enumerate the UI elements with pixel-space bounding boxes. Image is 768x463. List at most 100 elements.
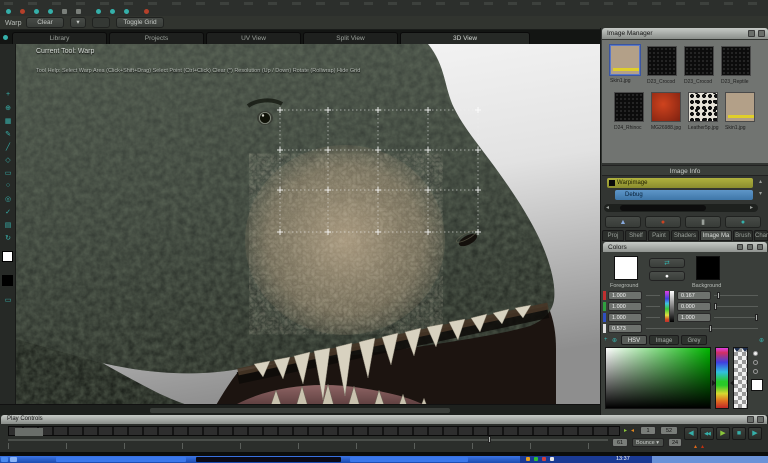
frame-current-field[interactable]: 61 — [612, 438, 628, 447]
warp-dropdown[interactable]: ▾ — [70, 17, 86, 28]
add-image-button[interactable]: ● — [725, 216, 761, 228]
stop-button[interactable]: ■ — [732, 427, 746, 440]
taskbar-item[interactable] — [56, 457, 186, 462]
mode-tab-image[interactable]: Image — [649, 335, 679, 345]
tab-split-view[interactable]: Split View — [303, 32, 398, 44]
thumbnail-leather[interactable] — [688, 92, 718, 122]
tool-icon-rect[interactable]: ▭ — [0, 169, 16, 177]
taskbar-widget[interactable] — [652, 456, 768, 463]
swap-colors-button[interactable]: ⇄ — [649, 258, 685, 268]
red-value-field[interactable]: 1.000 — [608, 291, 642, 300]
fps-field[interactable]: 24 — [668, 438, 682, 447]
saturation-slider[interactable] — [714, 306, 758, 307]
tool-icon[interactable] — [110, 9, 115, 14]
taskbar-item[interactable] — [350, 457, 468, 462]
alpha-strip[interactable] — [733, 347, 748, 409]
loop-mode-dropdown[interactable]: Bounce ▾ — [632, 438, 664, 447]
thumbnail-skin1-selected[interactable] — [610, 45, 640, 75]
step-back-button[interactable]: ◀ — [684, 427, 698, 440]
tool-icon[interactable] — [124, 9, 129, 14]
tool-icon[interactable] — [96, 9, 101, 14]
green-value-field[interactable]: 1.000 — [608, 302, 642, 311]
tab-library[interactable]: Library — [12, 32, 107, 44]
frame-slider[interactable] — [8, 439, 608, 441]
hue-mini-strip[interactable] — [665, 291, 669, 322]
green-slider[interactable] — [646, 306, 660, 307]
tray-icon[interactable] — [526, 457, 530, 461]
value-slider[interactable] — [714, 317, 758, 318]
timeline[interactable] — [8, 426, 620, 436]
toggle-grid-button[interactable]: Toggle Grid — [116, 17, 164, 28]
panel-tab-proj[interactable]: Proj — [602, 230, 624, 241]
viewport-hscrollbar[interactable] — [0, 404, 600, 415]
clear-button[interactable]: Clear — [26, 17, 64, 28]
saturation-value-picker[interactable] — [605, 347, 711, 409]
panel-tab-shelf[interactable]: Shelf — [625, 230, 647, 241]
slider-thumb[interactable] — [709, 325, 712, 332]
tab-3d-view[interactable]: 3D View — [400, 32, 530, 44]
thumbnail-crocodile[interactable] — [684, 46, 714, 76]
hue-value-field[interactable]: 0.167 — [677, 291, 711, 300]
blue-slider[interactable] — [646, 317, 660, 318]
tool-icon[interactable] — [34, 9, 39, 14]
tool-icon-target[interactable]: ⊕ — [0, 104, 16, 112]
picker-settings-icon[interactable]: ⊕ — [759, 337, 764, 344]
key-forward-icon[interactable]: ▸ — [624, 427, 627, 434]
frame-start-field[interactable]: 1 — [640, 426, 656, 435]
menu-bar[interactable] — [0, 0, 768, 8]
tool-icon-circle[interactable]: ○ — [0, 182, 16, 189]
value-value-field[interactable]: 1.000 — [677, 313, 711, 322]
tool-icon[interactable] — [20, 9, 25, 14]
background-swatch[interactable] — [2, 275, 13, 286]
start-button[interactable] — [1, 457, 8, 462]
tool-icon-frame[interactable]: ▭ — [0, 296, 16, 304]
tab-uv-view[interactable]: UV View — [206, 32, 301, 44]
tool-icon[interactable] — [144, 9, 149, 14]
scroll-right-icon[interactable]: ▸ — [750, 204, 753, 211]
viewport-3d[interactable]: Current Tool: Warp Tool Help: Select War… — [16, 44, 600, 404]
picker-radio-2[interactable] — [753, 360, 758, 365]
image-manager-titlebar[interactable]: Image Manager — [602, 28, 768, 39]
panel-button[interactable] — [737, 244, 743, 250]
foreground-color-swatch[interactable] — [614, 256, 638, 280]
close-icon[interactable] — [758, 30, 765, 37]
rewind-button[interactable]: ◀◀ — [700, 427, 714, 440]
grey-mini-strip[interactable] — [670, 291, 674, 322]
slider-thumb[interactable] — [714, 303, 717, 310]
tool-icon-ring[interactable]: ◎ — [0, 195, 16, 203]
tray-icon[interactable] — [542, 457, 546, 461]
tool-icon-line[interactable]: ╱ — [0, 143, 16, 151]
disabled-button[interactable] — [92, 17, 110, 28]
thumbnail-crocodile[interactable] — [647, 46, 677, 76]
alpha-slider[interactable] — [646, 328, 758, 329]
layer-row-debug[interactable]: Debug — [615, 190, 753, 200]
panel-tab-paint[interactable]: Paint — [648, 230, 670, 241]
tool-icon[interactable] — [76, 9, 81, 14]
slider-thumb[interactable] — [755, 314, 758, 321]
key-back-icon[interactable]: ◂ — [631, 427, 634, 434]
load-image-button[interactable]: ▲ — [605, 216, 641, 228]
slider-thumb[interactable] — [717, 292, 720, 299]
thumbnail-skin1[interactable] — [725, 92, 755, 122]
tool-icon-rows[interactable]: ▤ — [0, 221, 16, 229]
red-slider[interactable] — [646, 295, 660, 296]
quick-launch-icon[interactable] — [10, 457, 17, 462]
reset-colors-button[interactable]: ● — [649, 271, 685, 281]
mode-tab-hsv[interactable]: HSV — [621, 335, 647, 345]
thumbnail-rhino[interactable] — [614, 92, 644, 122]
saturation-value-field[interactable]: 0.000 — [677, 302, 711, 311]
play-button[interactable]: ▶ — [716, 427, 730, 440]
hue-slider[interactable] — [714, 295, 758, 296]
tool-icon-grid[interactable]: ▦ — [0, 117, 16, 125]
hue-strip[interactable] — [715, 347, 729, 409]
tab-projects[interactable]: Projects — [109, 32, 204, 44]
tray-icon[interactable] — [550, 457, 554, 461]
tool-icon-move[interactable]: + — [0, 91, 16, 98]
close-icon[interactable] — [757, 244, 763, 250]
info-hscrollbar[interactable]: ◂ ▸ — [604, 204, 758, 212]
scrollbar-handle[interactable] — [620, 205, 706, 211]
thumbnail-reptile[interactable] — [721, 46, 751, 76]
background-color-swatch[interactable] — [696, 256, 720, 280]
scroll-left-icon[interactable]: ◂ — [606, 204, 609, 211]
thumbnail-red-texture[interactable] — [651, 92, 681, 122]
